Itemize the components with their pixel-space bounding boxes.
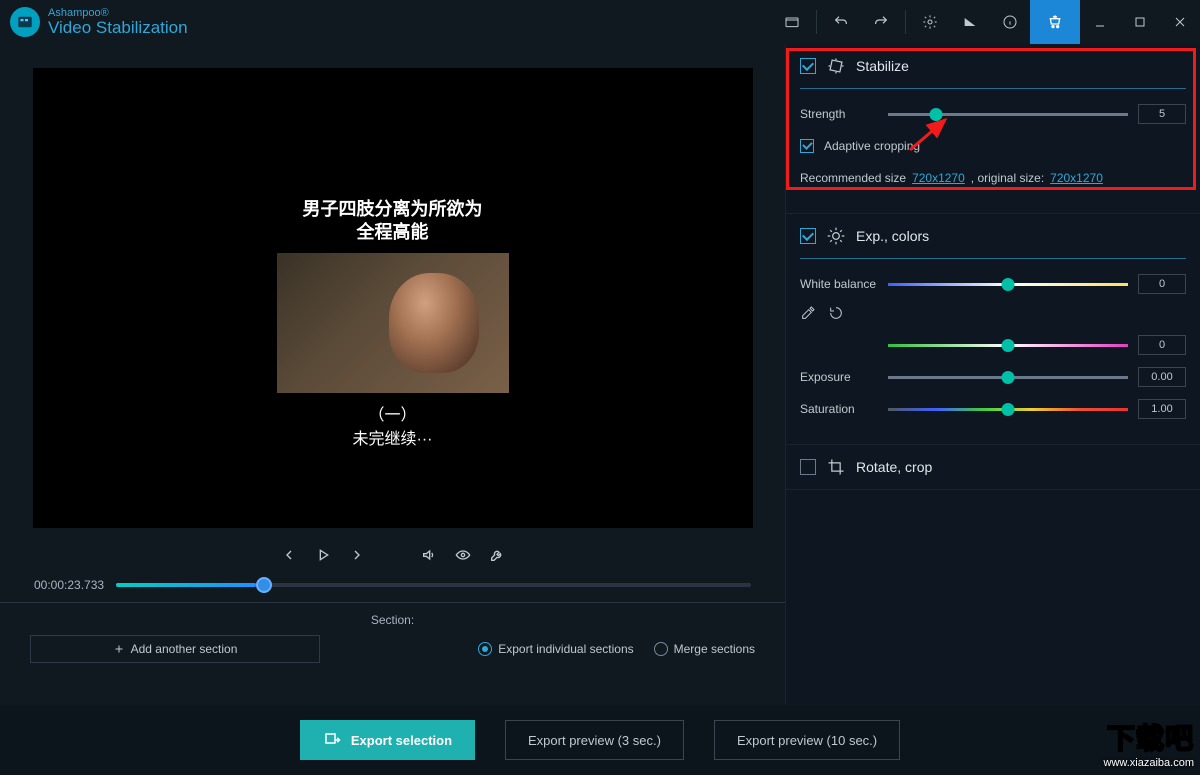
cart-icon[interactable] xyxy=(1030,0,1080,44)
play-icon[interactable] xyxy=(315,547,331,563)
video-overlay-line1: 男子四肢分离为所欲为 xyxy=(303,198,483,221)
export-preview-3-button[interactable]: Export preview (3 sec.) xyxy=(505,720,684,760)
tint-value[interactable]: 0 xyxy=(1138,335,1186,355)
next-frame-icon[interactable] xyxy=(349,547,365,563)
exposure-label: Exposure xyxy=(800,370,878,384)
video-overlay-line4: 未完继续··· xyxy=(353,425,433,449)
timeline-thumb[interactable] xyxy=(256,577,272,593)
video-overlay-line2: 全程高能 xyxy=(357,221,429,244)
panel-rotate-crop: Rotate, crop xyxy=(786,445,1200,490)
sun-icon xyxy=(826,226,846,246)
volume-icon[interactable] xyxy=(421,547,437,563)
export-selection-button[interactable]: Export selection xyxy=(300,720,475,760)
settings-icon[interactable] xyxy=(910,0,950,44)
rotate-checkbox[interactable] xyxy=(800,459,816,475)
app-logo xyxy=(10,7,40,37)
white-balance-value[interactable]: 0 xyxy=(1138,274,1186,294)
video-overlay-line3: （一） xyxy=(368,401,416,425)
close-icon[interactable] xyxy=(1160,0,1200,44)
strength-value[interactable]: 5 xyxy=(1138,104,1186,124)
original-size-link[interactable]: 720x1270 xyxy=(1050,171,1103,185)
recommended-size-label: Recommended size xyxy=(800,171,906,185)
footer: Export selection Export preview (3 sec.)… xyxy=(0,705,1200,775)
add-section-button[interactable]: Add another section xyxy=(30,635,320,663)
stabilize-checkbox[interactable] xyxy=(800,58,816,74)
right-pane: Stabilize Strength 5 Adaptive cropping R… xyxy=(785,44,1200,704)
radio-export-individual[interactable]: Export individual sections xyxy=(478,642,633,656)
panel-stabilize: Stabilize Strength 5 Adaptive cropping R… xyxy=(786,44,1200,214)
white-balance-slider[interactable] xyxy=(888,283,1128,286)
strength-label: Strength xyxy=(800,107,878,121)
prev-frame-icon[interactable] xyxy=(281,547,297,563)
saturation-value[interactable]: 1.00 xyxy=(1138,399,1186,419)
left-pane: 男子四肢分离为所欲为 全程高能 （一） 未完继续··· 00:00:23.733 xyxy=(0,44,785,704)
saturation-slider[interactable] xyxy=(888,408,1128,411)
panel-exposure-colors: Exp., colors White balance 0 0 xyxy=(786,214,1200,445)
exposure-checkbox[interactable] xyxy=(800,228,816,244)
open-file-icon[interactable] xyxy=(772,0,812,44)
undo-icon[interactable] xyxy=(821,0,861,44)
white-balance-label: White balance xyxy=(800,277,878,291)
panel-stabilize-header[interactable]: Stabilize xyxy=(786,44,1200,88)
timeline-track[interactable] xyxy=(116,583,751,587)
preview-toggle-icon[interactable] xyxy=(455,547,471,563)
titlebar: Ashampoo® Video Stabilization xyxy=(0,0,1200,44)
adaptive-cropping-checkbox[interactable] xyxy=(800,139,814,153)
saturation-label: Saturation xyxy=(800,402,878,416)
timecode: 00:00:23.733 xyxy=(34,578,104,592)
export-preview-10-button[interactable]: Export preview (10 sec.) xyxy=(714,720,900,760)
section-label: Section: xyxy=(30,613,755,627)
compare-icon[interactable] xyxy=(950,0,990,44)
panel-rotate-header[interactable]: Rotate, crop xyxy=(786,445,1200,489)
minimize-icon[interactable] xyxy=(1080,0,1120,44)
app-title: Ashampoo® Video Stabilization xyxy=(48,7,188,38)
eyedropper-icon[interactable] xyxy=(800,305,816,324)
exposure-slider[interactable] xyxy=(888,376,1128,379)
adaptive-cropping-label: Adaptive cropping xyxy=(824,139,920,153)
reset-icon[interactable] xyxy=(828,305,844,324)
playback-controls xyxy=(0,538,785,572)
recommended-size-link[interactable]: 720x1270 xyxy=(912,171,965,185)
redo-icon[interactable] xyxy=(861,0,901,44)
tint-slider[interactable] xyxy=(888,344,1128,347)
tools-icon[interactable] xyxy=(489,547,505,563)
timeline: 00:00:23.733 xyxy=(0,572,785,602)
video-preview: 男子四肢分离为所欲为 全程高能 （一） 未完继续··· xyxy=(0,44,785,534)
info-icon[interactable] xyxy=(990,0,1030,44)
maximize-icon[interactable] xyxy=(1120,0,1160,44)
panel-exposure-header[interactable]: Exp., colors xyxy=(786,214,1200,258)
stabilize-icon xyxy=(826,56,846,76)
exposure-value[interactable]: 0.00 xyxy=(1138,367,1186,387)
strength-slider[interactable] xyxy=(888,113,1128,116)
crop-icon xyxy=(826,457,846,477)
radio-merge-sections[interactable]: Merge sections xyxy=(654,642,755,656)
